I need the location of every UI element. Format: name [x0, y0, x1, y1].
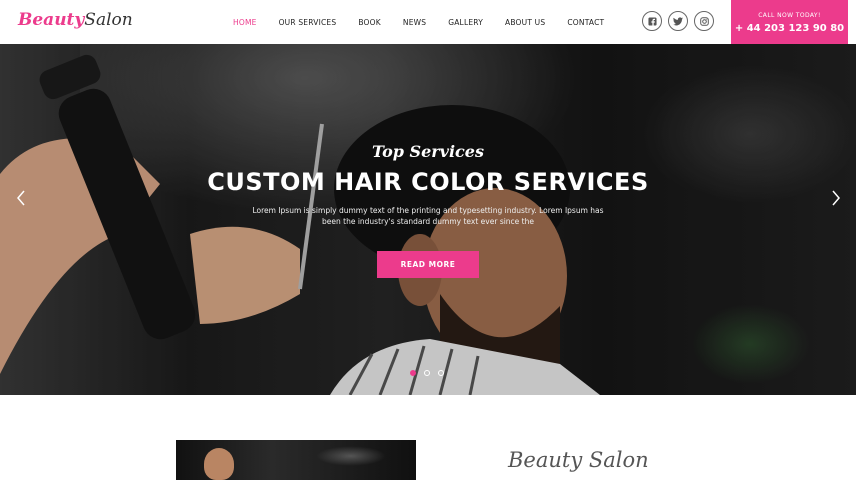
nav-our-services[interactable]: OUR SERVICES — [279, 18, 337, 27]
hero-description: Lorem Ipsum is simply dummy text of the … — [252, 206, 604, 226]
slider-next-arrow-icon[interactable] — [829, 188, 843, 208]
read-more-button[interactable]: READ MORE — [377, 251, 479, 278]
nav-gallery[interactable]: GALLERY — [448, 18, 483, 27]
about-image-light — [316, 446, 386, 466]
slider-dot-2[interactable] — [424, 370, 430, 376]
about-title: Beauty Salon — [508, 448, 649, 472]
phone-number[interactable]: + 44 203 123 90 80 — [731, 23, 848, 35]
twitter-icon[interactable] — [668, 11, 688, 31]
hero-slider: Top Services CUSTOM HAIR COLOR SERVICES … — [0, 44, 856, 395]
about-image-face — [204, 448, 234, 480]
nav-home[interactable]: HOME — [233, 18, 257, 27]
nav-news[interactable]: NEWS — [403, 18, 426, 27]
facebook-icon[interactable] — [642, 11, 662, 31]
nav-contact[interactable]: CONTACT — [567, 18, 604, 27]
nav-about-us[interactable]: ABOUT US — [505, 18, 545, 27]
slider-dot-3[interactable] — [438, 370, 444, 376]
nav-book[interactable]: BOOK — [358, 18, 381, 27]
social-links — [642, 11, 720, 31]
slider-pagination — [410, 370, 452, 376]
hero-title: CUSTOM HAIR COLOR SERVICES — [207, 168, 649, 196]
slider-dot-1[interactable] — [410, 370, 416, 376]
call-now-label: CALL NOW TODAY! — [758, 12, 821, 19]
logo[interactable]: BeautySalon — [18, 9, 133, 31]
about-image — [176, 440, 416, 480]
logo-part-1: Beauty — [18, 10, 85, 30]
site-header: BeautySalon HOME OUR SERVICES BOOK NEWS … — [0, 0, 856, 44]
hero-subtitle: Top Services — [372, 142, 484, 161]
instagram-icon[interactable] — [694, 11, 714, 31]
main-nav: HOME OUR SERVICES BOOK NEWS GALLERY ABOU… — [222, 0, 615, 44]
logo-part-2: Salon — [84, 10, 133, 30]
call-now-box[interactable]: CALL NOW TODAY! + 44 203 123 90 80 — [731, 0, 848, 44]
slider-prev-arrow-icon[interactable] — [14, 188, 28, 208]
